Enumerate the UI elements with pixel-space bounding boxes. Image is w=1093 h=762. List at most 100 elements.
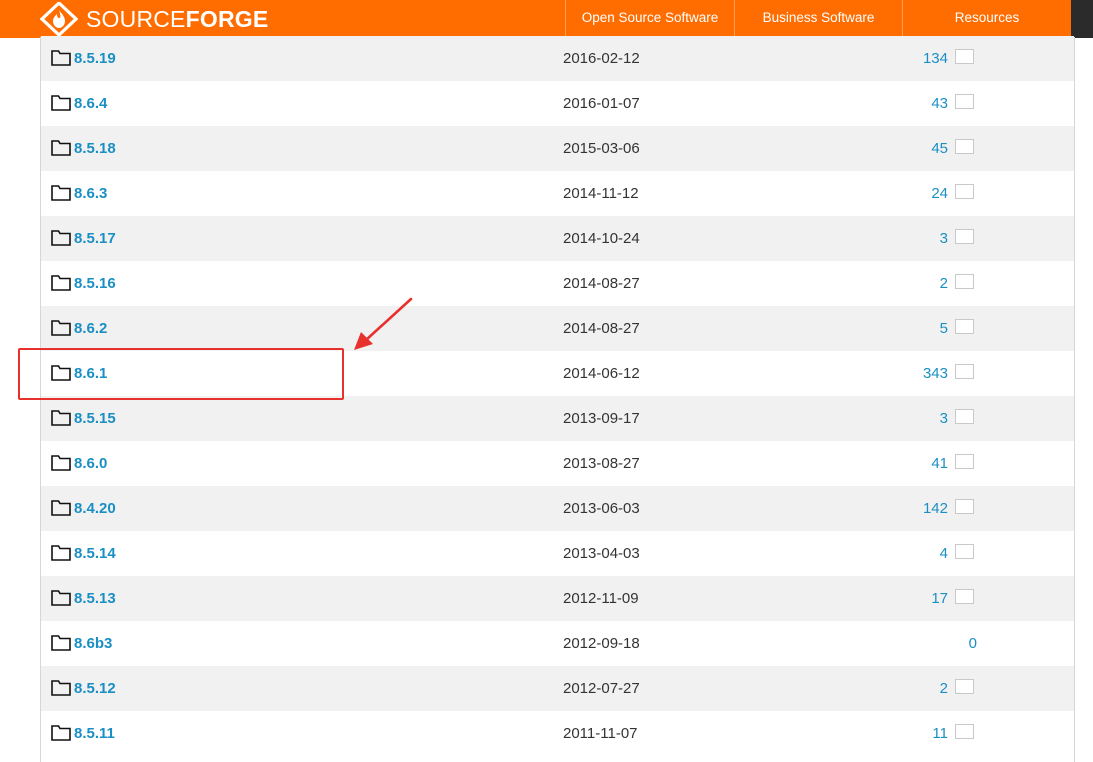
table-row[interactable]: 8.4.20 2013-06-03 142 bbox=[41, 486, 1074, 531]
table-row[interactable]: 8.6.2 2014-08-27 5 bbox=[41, 306, 1074, 351]
folder-icon bbox=[51, 725, 71, 741]
annotation-arrow-icon bbox=[354, 297, 413, 350]
folder-link[interactable]: 8.6b3 bbox=[74, 621, 112, 666]
download-count[interactable]: 134 bbox=[923, 36, 948, 81]
folder-link[interactable]: 8.4.20 bbox=[74, 486, 116, 531]
annotation-highlight-box bbox=[18, 348, 344, 400]
folder-link[interactable]: 8.5.13 bbox=[74, 576, 116, 621]
download-chart-thumbnail[interactable] bbox=[955, 589, 974, 604]
folder-link[interactable]: 8.5.12 bbox=[74, 666, 116, 711]
folder-icon bbox=[51, 185, 71, 201]
download-count[interactable]: 41 bbox=[931, 441, 948, 486]
download-chart-thumbnail[interactable] bbox=[955, 724, 974, 739]
sourceforge-logo[interactable]: SOURCEFORGE bbox=[40, 2, 268, 36]
folder-icon bbox=[51, 590, 71, 606]
folder-icon bbox=[51, 275, 71, 291]
table-row[interactable]: 8.5.13 2012-11-09 17 bbox=[41, 576, 1074, 621]
nav-business-software[interactable]: Business Software bbox=[734, 0, 902, 38]
header-dark-strip bbox=[1071, 0, 1093, 38]
date-cell: 2015-03-06 bbox=[563, 140, 640, 157]
date-cell: 2013-08-27 bbox=[563, 455, 640, 472]
table-row[interactable]: 8.5.19 2016-02-12 134 bbox=[41, 36, 1074, 81]
folder-link[interactable]: 8.5.18 bbox=[74, 126, 116, 171]
nav-open-source-software[interactable]: Open Source Software bbox=[565, 0, 734, 38]
table-row[interactable]: 8.5.11 2011-11-07 11 bbox=[41, 711, 1074, 756]
folder-icon bbox=[51, 95, 71, 111]
sourceforge-logo-icon bbox=[40, 2, 78, 36]
download-chart-thumbnail[interactable] bbox=[955, 364, 974, 379]
folder-link[interactable]: 8.5.15 bbox=[74, 396, 116, 441]
download-chart-thumbnail[interactable] bbox=[955, 184, 974, 199]
folder-icon bbox=[51, 455, 71, 471]
folder-link[interactable]: 8.5.19 bbox=[74, 36, 116, 81]
table-row[interactable]: 8.5.16 2014-08-27 2 bbox=[41, 261, 1074, 306]
download-chart-thumbnail[interactable] bbox=[955, 544, 974, 559]
download-count[interactable]: 24 bbox=[931, 171, 948, 216]
folder-icon bbox=[51, 635, 71, 651]
folder-link[interactable]: 8.5.14 bbox=[74, 531, 116, 576]
download-count[interactable]: 4 bbox=[940, 531, 948, 576]
folder-link[interactable]: 8.5.11 bbox=[74, 711, 115, 756]
date-cell: 2014-08-27 bbox=[563, 275, 640, 292]
download-count[interactable]: 45 bbox=[931, 126, 948, 171]
nav-resources[interactable]: Resources bbox=[902, 0, 1071, 38]
folder-icon bbox=[51, 140, 71, 156]
folder-link[interactable]: 8.6.0 bbox=[74, 441, 107, 486]
download-count[interactable]: 3 bbox=[940, 396, 948, 441]
folder-icon bbox=[51, 680, 71, 696]
folder-link[interactable]: 8.5.16 bbox=[74, 261, 116, 306]
download-chart-thumbnail[interactable] bbox=[955, 274, 974, 289]
download-count[interactable]: 142 bbox=[923, 486, 948, 531]
download-count[interactable]: 0 bbox=[969, 621, 977, 666]
folder-icon bbox=[51, 50, 71, 66]
brand-name: SOURCEFORGE bbox=[86, 2, 268, 36]
date-cell: 2013-04-03 bbox=[563, 545, 640, 562]
download-chart-thumbnail[interactable] bbox=[955, 319, 974, 334]
date-cell: 2012-11-09 bbox=[563, 590, 639, 607]
download-chart-thumbnail[interactable] bbox=[955, 94, 974, 109]
table-row[interactable]: 8.6.3 2014-11-12 24 bbox=[41, 171, 1074, 216]
folder-icon bbox=[51, 545, 71, 561]
download-count[interactable]: 11 bbox=[932, 711, 948, 756]
table-row[interactable]: 8.5.14 2013-04-03 4 bbox=[41, 531, 1074, 576]
table-row[interactable]: 8.6b3 2012-09-18 0 bbox=[41, 621, 1074, 666]
download-chart-thumbnail[interactable] bbox=[955, 229, 974, 244]
date-cell: 2012-07-27 bbox=[563, 680, 640, 697]
download-chart-thumbnail[interactable] bbox=[955, 139, 974, 154]
download-count[interactable]: 17 bbox=[931, 576, 948, 621]
folder-link[interactable]: 8.6.2 bbox=[74, 306, 107, 351]
site-header: SOURCEFORGE Open Source Software Busines… bbox=[0, 0, 1093, 38]
download-count[interactable]: 3 bbox=[940, 216, 948, 261]
download-chart-thumbnail[interactable] bbox=[955, 499, 974, 514]
date-cell: 2014-06-12 bbox=[563, 365, 640, 382]
download-count[interactable]: 5 bbox=[940, 306, 948, 351]
table-row[interactable]: 8.5.18 2015-03-06 45 bbox=[41, 126, 1074, 171]
date-cell: 2014-10-24 bbox=[563, 230, 640, 247]
download-count[interactable]: 43 bbox=[931, 81, 948, 126]
date-cell: 2011-11-07 bbox=[563, 725, 638, 742]
date-cell: 2014-11-12 bbox=[563, 185, 639, 202]
table-row[interactable]: 8.6.4 2016-01-07 43 bbox=[41, 81, 1074, 126]
download-count[interactable]: 2 bbox=[940, 666, 948, 711]
table-row[interactable]: 8.6.0 2013-08-27 41 bbox=[41, 441, 1074, 486]
download-chart-thumbnail[interactable] bbox=[955, 454, 974, 469]
top-nav: Open Source Software Business Software R… bbox=[565, 0, 1071, 38]
brand-name-light: SOURCE bbox=[86, 6, 186, 32]
table-row[interactable]: 8.5.12 2012-07-27 2 bbox=[41, 666, 1074, 711]
folder-icon bbox=[51, 230, 71, 246]
date-cell: 2016-02-12 bbox=[563, 50, 640, 67]
download-chart-thumbnail[interactable] bbox=[955, 409, 974, 424]
folder-link[interactable]: 8.5.17 bbox=[74, 216, 116, 261]
folder-icon bbox=[51, 320, 71, 336]
download-chart-thumbnail[interactable] bbox=[955, 49, 974, 64]
download-count[interactable]: 343 bbox=[923, 351, 948, 396]
date-cell: 2013-09-17 bbox=[563, 410, 640, 427]
table-row[interactable]: 8.5.15 2013-09-17 3 bbox=[41, 396, 1074, 441]
folder-link[interactable]: 8.6.4 bbox=[74, 81, 107, 126]
table-row[interactable]: 8.5.17 2014-10-24 3 bbox=[41, 216, 1074, 261]
date-cell: 2013-06-03 bbox=[563, 500, 640, 517]
date-cell: 2014-08-27 bbox=[563, 320, 640, 337]
download-count[interactable]: 2 bbox=[940, 261, 948, 306]
folder-link[interactable]: 8.6.3 bbox=[74, 171, 107, 216]
download-chart-thumbnail[interactable] bbox=[955, 679, 974, 694]
